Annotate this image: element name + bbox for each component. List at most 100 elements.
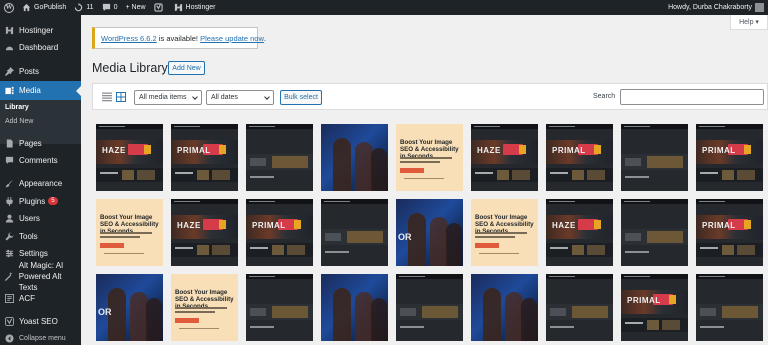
yoast-admin-bar-link[interactable] — [150, 0, 170, 15]
media-thumbnail[interactable]: OR — [96, 274, 163, 341]
help-tab-button[interactable]: Help ▾ — [730, 15, 768, 30]
media-thumbnail[interactable] — [321, 124, 388, 191]
media-thumbnail[interactable] — [321, 274, 388, 341]
menu-label: Hostinger — [19, 25, 54, 35]
user-icon — [5, 214, 13, 223]
media-thumbnail[interactable]: OR — [396, 199, 463, 266]
chevron-down-icon — [192, 94, 198, 100]
submenu-add-new[interactable]: Add New — [5, 118, 33, 125]
comment-icon — [5, 156, 13, 164]
notice-period: . — [263, 33, 266, 43]
bulk-select-button[interactable]: Bulk select — [280, 90, 322, 105]
media-thumbnail[interactable]: HAZE — [546, 199, 613, 266]
yoast-icon — [4, 316, 14, 326]
menu-label: Posts — [19, 66, 40, 76]
menu-item-media[interactable]: Media — [0, 81, 81, 100]
wordpress-logo-button[interactable]: W — [0, 0, 18, 15]
media-thumbnail[interactable]: HAZE — [471, 124, 538, 191]
menu-item-yoast[interactable]: Yoast SEO — [0, 314, 81, 328]
media-thumbnail[interactable]: PRIMAL — [621, 274, 688, 341]
menu-label-line2: Powered Alt Texts — [18, 271, 62, 292]
media-thumbnail[interactable]: PRIMAL — [246, 199, 313, 266]
menu-label: Users — [19, 213, 40, 223]
thumbnail-text: OR — [398, 232, 412, 242]
update-now-link[interactable]: Please update now — [200, 34, 264, 43]
media-thumbnail[interactable] — [246, 274, 313, 341]
menu-label: Dashboard — [19, 42, 59, 52]
magic-icon — [5, 271, 13, 281]
submenu-library[interactable]: Library — [5, 104, 29, 111]
menu-item-pages[interactable]: Pages — [0, 136, 81, 150]
menu-label: Comments — [19, 155, 58, 165]
media-thumbnail[interactable] — [396, 274, 463, 341]
media-thumbnail[interactable]: Boost Your Image SEO & Accessibility in … — [471, 199, 538, 266]
hostinger-icon — [5, 26, 13, 34]
media-thumbnail[interactable]: Boost Your Image SEO & Accessibility in … — [96, 199, 163, 266]
menu-item-users[interactable]: Users — [0, 211, 81, 225]
media-type-filter[interactable]: All media items — [134, 90, 202, 105]
hostinger-link[interactable]: Hostinger — [170, 0, 220, 15]
thumbnail-text: PRIMAL — [627, 296, 661, 305]
menu-item-alt-magic[interactable]: Alt Magic: AI Powered Alt Texts — [0, 261, 81, 292]
date-filter[interactable]: All dates — [206, 90, 274, 105]
search-label: Search — [593, 93, 616, 100]
chevron-down-icon — [264, 94, 270, 100]
media-thumbnail[interactable]: PRIMAL — [546, 124, 613, 191]
thumbnail-text: PRIMAL — [552, 146, 586, 155]
wordpress-version-link[interactable]: WordPress 6.6.2 — [101, 34, 157, 43]
media-thumbnail[interactable]: HAZE — [171, 199, 238, 266]
media-thumbnail[interactable] — [546, 274, 613, 341]
search-input[interactable] — [620, 89, 764, 105]
thumbnail-text: HAZE — [177, 221, 201, 230]
media-thumbnail[interactable]: HAZE — [96, 124, 163, 191]
collapse-menu-button[interactable]: Collapse menu — [0, 332, 81, 344]
site-name-link[interactable]: GoPublish — [18, 0, 70, 15]
page-title: Media Library — [92, 61, 168, 75]
greeting-text: Howdy, Durba Chakraborty — [668, 4, 752, 11]
dashboard-icon — [5, 46, 13, 50]
menu-item-hostinger[interactable]: Hostinger — [0, 23, 81, 37]
media-thumbnail[interactable]: PRIMAL — [171, 124, 238, 191]
updates-link[interactable]: 11 — [70, 0, 97, 15]
list-view-icon[interactable] — [102, 92, 112, 102]
media-thumbnail[interactable]: Boost Your Image SEO & Accessibility in … — [396, 124, 463, 191]
thumbnail-text: HAZE — [102, 146, 126, 155]
add-new-button[interactable]: Add New — [168, 61, 205, 75]
acf-icon — [4, 293, 14, 303]
new-content-link[interactable]: + New — [121, 0, 149, 15]
comments-count: 0 — [113, 4, 118, 11]
menu-item-posts[interactable]: Posts — [0, 64, 81, 78]
hostinger-icon — [174, 3, 182, 12]
media-thumbnail[interactable] — [321, 199, 388, 266]
menu-item-settings[interactable]: Settings — [0, 246, 81, 260]
media-thumbnail[interactable]: PRIMAL — [696, 199, 763, 266]
media-thumbnail[interactable]: PRIMAL — [696, 124, 763, 191]
menu-item-tools[interactable]: Tools — [0, 229, 81, 243]
thumbnail-text: HAZE — [477, 146, 501, 155]
menu-item-dashboard[interactable]: Dashboard — [0, 40, 81, 54]
menu-item-appearance[interactable]: Appearance — [0, 176, 81, 190]
thumbnail-text: PRIMAL — [252, 221, 286, 230]
media-thumbnail[interactable] — [471, 274, 538, 341]
grid-view-icon[interactable] — [116, 92, 126, 102]
menu-label: Settings — [19, 248, 48, 258]
media-thumbnail[interactable] — [246, 124, 313, 191]
plugin-icon — [5, 196, 13, 206]
menu-item-plugins[interactable]: Plugins 5 — [0, 194, 81, 208]
media-thumbnail[interactable] — [696, 274, 763, 341]
brush-icon — [4, 178, 13, 187]
menu-label: Appearance — [19, 178, 63, 188]
home-icon — [22, 3, 31, 12]
media-thumbnail[interactable]: Boost Your Image SEO & Accessibility in … — [171, 274, 238, 341]
menu-label: Collapse menu — [19, 334, 66, 342]
wrench-icon — [4, 231, 14, 241]
admin-sidebar: Hostinger Dashboard Posts Media Library … — [0, 15, 81, 345]
media-thumbnail[interactable] — [621, 199, 688, 266]
attachments-grid: HAZE PRIMAL Boost Your Image SEO & Accessi… — [96, 124, 768, 345]
my-account-link[interactable]: Howdy, Durba Chakraborty — [664, 0, 768, 15]
menu-item-comments[interactable]: Comments — [0, 153, 81, 167]
comments-link[interactable]: 0 — [98, 0, 122, 15]
media-thumbnail[interactable] — [621, 124, 688, 191]
menu-item-acf[interactable]: ACF — [0, 291, 81, 305]
settings-icon — [5, 249, 13, 257]
